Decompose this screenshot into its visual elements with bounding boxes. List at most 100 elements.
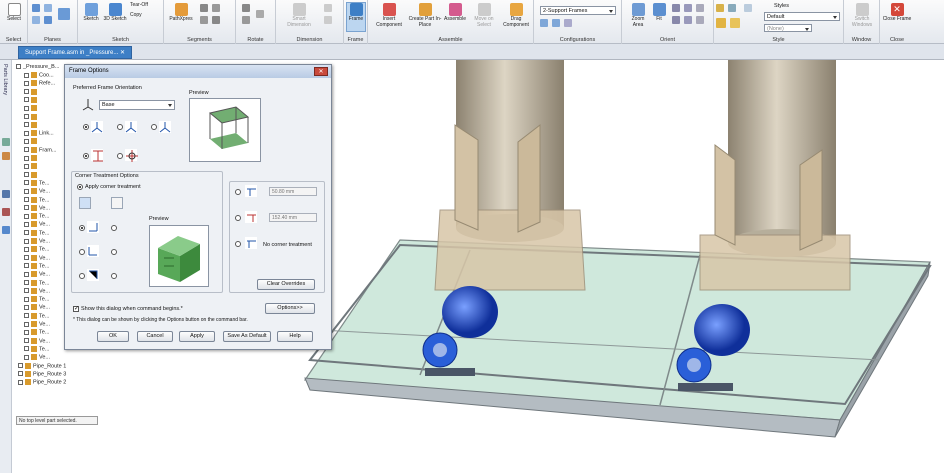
tear-off-button[interactable]: Tear-Off	[130, 2, 162, 9]
expand-icon[interactable]	[24, 338, 29, 344]
profile-center-radio[interactable]	[117, 153, 123, 159]
plane-icon[interactable]	[44, 16, 52, 24]
tree-item[interactable]	[24, 113, 39, 122]
expand-icon[interactable]	[24, 138, 29, 144]
expand-icon[interactable]	[24, 97, 29, 103]
zoom-icon[interactable]	[672, 4, 680, 12]
config-icon[interactable]	[564, 19, 572, 27]
rotate-view-icon[interactable]	[684, 4, 692, 12]
cube-icon[interactable]	[728, 4, 736, 12]
expand-icon[interactable]	[18, 371, 23, 377]
tree-item[interactable]: Te...	[24, 312, 49, 321]
shaded-edges-icon[interactable]	[730, 18, 740, 28]
tree-item[interactable]: Ve...	[24, 238, 50, 246]
apply-button[interactable]: Apply	[179, 331, 215, 342]
smart-dimension-button[interactable]: Smart Dimension	[280, 3, 318, 28]
shaded-icon[interactable]	[716, 18, 726, 28]
corner-type-4-radio[interactable]	[111, 225, 117, 231]
expand-icon[interactable]	[24, 313, 29, 319]
sensors-icon[interactable]	[2, 190, 10, 198]
dialog-close-button[interactable]: ✕	[314, 67, 328, 76]
tree-item[interactable]: Coo...	[24, 72, 54, 80]
tree-item[interactable]	[24, 105, 39, 113]
layers-icon[interactable]	[2, 152, 10, 160]
expand-icon[interactable]	[24, 346, 29, 352]
expand-icon[interactable]	[24, 147, 29, 153]
tree-item[interactable]: Pipe_Route 3	[18, 370, 66, 379]
expand-icon[interactable]	[24, 114, 29, 119]
profile-align-radio[interactable]	[83, 153, 89, 159]
tree-item[interactable]: Te...	[24, 179, 49, 188]
expand-icon[interactable]	[24, 155, 29, 161]
relate-icon[interactable]	[324, 4, 332, 12]
show-dialog-checkbox[interactable]: ✓	[73, 306, 79, 312]
zoom-area-button[interactable]: Zoom Area	[626, 3, 650, 28]
expand-icon[interactable]	[24, 304, 29, 310]
close-frame-button[interactable]: ✕ Close Frame	[882, 3, 912, 23]
gap-2-radio[interactable]	[235, 215, 241, 221]
tree-item[interactable]: Te...	[24, 196, 49, 205]
pathxpres-button[interactable]: PathXpres	[166, 3, 196, 23]
tree-item[interactable]: Ve...	[24, 254, 50, 263]
tree-item[interactable]: Te...	[24, 296, 49, 304]
tree-item[interactable]: Ve...	[24, 271, 50, 279]
view-style-icon[interactable]	[744, 4, 752, 12]
gap-1-radio[interactable]	[235, 189, 241, 195]
expand-icon[interactable]	[18, 379, 23, 385]
expand-icon[interactable]	[24, 288, 29, 294]
corner-type-6-radio[interactable]	[111, 273, 117, 279]
tree-item[interactable]: Te...	[24, 229, 49, 238]
move-icon[interactable]	[242, 16, 250, 24]
expand-icon[interactable]	[24, 180, 29, 186]
butt-icon[interactable]	[111, 197, 123, 209]
mirror-icon[interactable]	[256, 10, 264, 18]
tree-item[interactable]	[24, 155, 39, 163]
expand-icon[interactable]	[24, 188, 29, 194]
move-on-select-button[interactable]: Move on Select	[470, 3, 498, 28]
tree-item[interactable]	[24, 138, 39, 146]
expand-icon[interactable]	[24, 213, 29, 219]
tree-item[interactable]: Ve...	[24, 221, 50, 229]
line-icon[interactable]	[200, 4, 208, 12]
pan-icon[interactable]	[672, 16, 680, 24]
cancel-button[interactable]: Cancel	[137, 331, 173, 342]
ok-button[interactable]: OK	[97, 331, 129, 342]
tree-item[interactable]: Pipe_Route 1	[18, 362, 66, 371]
tree-item[interactable]: Te...	[24, 262, 49, 271]
expand-icon[interactable]	[24, 122, 29, 128]
corner-type-5-radio[interactable]	[111, 249, 117, 255]
no-corner-radio[interactable]	[235, 241, 241, 247]
planes-icon[interactable]	[58, 8, 70, 20]
tree-item[interactable]: Te...	[24, 246, 49, 254]
expand-icon[interactable]	[24, 354, 29, 360]
corner-type-2-radio[interactable]	[79, 249, 85, 255]
close-icon[interactable]: ✕	[120, 50, 125, 56]
family-icon[interactable]	[2, 208, 10, 216]
expand-icon[interactable]	[24, 280, 29, 285]
config-icon[interactable]	[540, 19, 548, 27]
cube-icon[interactable]	[716, 4, 724, 12]
miter-icon[interactable]	[79, 197, 91, 209]
plane-icon[interactable]	[32, 16, 40, 24]
clear-overrides-button[interactable]: Clear Overrides	[257, 279, 315, 290]
view-icon[interactable]	[696, 4, 704, 12]
document-tab[interactable]: Support Frame.asm in _Pressure... ✕	[18, 46, 133, 59]
tree-item[interactable]	[24, 96, 39, 105]
trim-icon[interactable]	[200, 16, 208, 24]
sketch-button[interactable]: Sketch	[80, 3, 102, 23]
expand-icon[interactable]	[24, 238, 29, 244]
expand-icon[interactable]	[24, 197, 29, 202]
configuration-select[interactable]: 2-Support Frames	[540, 6, 616, 15]
plane-icon[interactable]	[44, 4, 52, 12]
tree-item[interactable]: Ve...	[24, 188, 50, 196]
copy-button[interactable]: Copy	[130, 12, 162, 19]
3d-sketch-button[interactable]: 3D Sketch	[102, 3, 128, 23]
tree-root[interactable]: _Pressure_B...	[16, 64, 59, 72]
gap-1-input[interactable]: 50.80 mm	[269, 187, 317, 196]
expand-icon[interactable]	[24, 255, 29, 261]
tree-item[interactable]: Te...	[24, 345, 49, 354]
expand-icon[interactable]	[24, 80, 29, 86]
orientation-xy-radio[interactable]	[83, 124, 89, 130]
config-icon[interactable]	[552, 19, 560, 27]
select-button[interactable]: Select	[3, 3, 25, 23]
